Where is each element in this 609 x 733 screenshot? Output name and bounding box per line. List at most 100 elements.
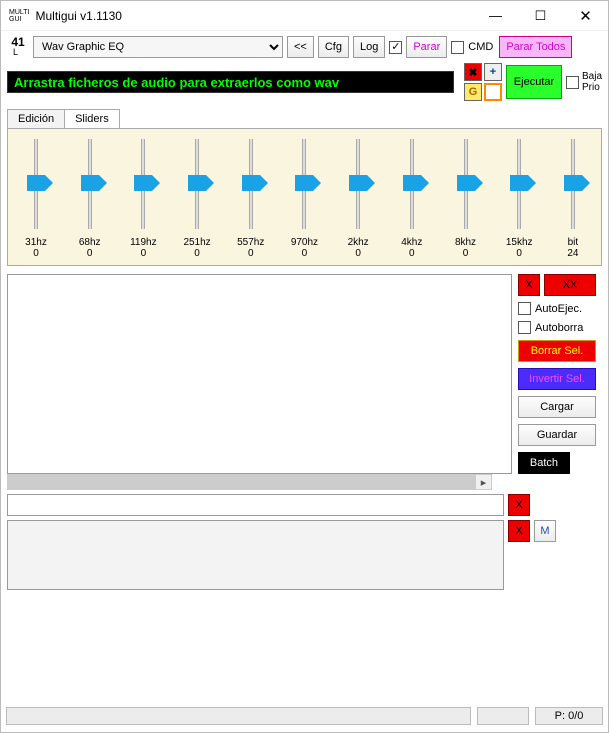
- logo-text-1: MULTI: [9, 9, 29, 16]
- slider-251hz[interactable]: 251hz0: [175, 139, 219, 259]
- minimize-button[interactable]: —: [473, 1, 518, 30]
- slider-thumb[interactable]: [242, 175, 260, 191]
- progress-bar-2: [477, 707, 529, 725]
- slider-119hz[interactable]: 119hz0: [121, 139, 165, 259]
- slider-bit[interactable]: bit24: [551, 139, 595, 259]
- slider-label: 15khz: [497, 237, 541, 248]
- tab-bar: Edición Sliders: [1, 109, 608, 128]
- slider-thumb[interactable]: [81, 175, 99, 191]
- slider-31hz[interactable]: 31hz0: [14, 139, 58, 259]
- invertir-sel-button[interactable]: Invertir Sel.: [518, 368, 596, 390]
- slider-970hz[interactable]: 970hz0: [282, 139, 326, 259]
- slider-label: 68hz: [68, 237, 112, 248]
- close-button[interactable]: ✕: [563, 1, 608, 30]
- m-button[interactable]: M: [534, 520, 556, 542]
- slider-track[interactable]: [282, 139, 326, 229]
- slider-value: 0: [282, 248, 326, 259]
- slider-68hz[interactable]: 68hz0: [68, 139, 112, 259]
- cmd-checkbox[interactable]: [451, 41, 464, 54]
- slider-thumb[interactable]: [457, 175, 475, 191]
- sliders-panel: 31hz068hz0119hz0251hz0557hz0970hz02khz04…: [7, 128, 602, 266]
- slider-thumb[interactable]: [349, 175, 367, 191]
- hscroll-right-arrow[interactable]: ▸: [476, 475, 491, 489]
- slider-value: 0: [497, 248, 541, 259]
- slider-value: 24: [551, 248, 595, 259]
- back-button[interactable]: <<: [287, 36, 314, 58]
- hscroll-thumb[interactable]: [8, 475, 476, 489]
- slider-track[interactable]: [336, 139, 380, 229]
- command-input[interactable]: [7, 494, 504, 516]
- slider-thumb[interactable]: [134, 175, 152, 191]
- slider-thumb[interactable]: [403, 175, 421, 191]
- slider-thumb[interactable]: [27, 175, 45, 191]
- slider-track[interactable]: [390, 139, 434, 229]
- baja-prio-checkbox[interactable]: [566, 76, 579, 89]
- app-logo: MULTI GUI: [9, 9, 29, 23]
- slider-8khz[interactable]: 8khz0: [444, 139, 488, 259]
- slider-557hz[interactable]: 557hz0: [229, 139, 273, 259]
- autoborra-row[interactable]: Autoborra: [518, 321, 602, 334]
- clear-command-button[interactable]: X: [508, 494, 530, 516]
- tab-edicion[interactable]: Edición: [7, 109, 65, 128]
- clear-log-button[interactable]: X: [508, 520, 530, 542]
- slider-thumb[interactable]: [564, 175, 582, 191]
- slider-2khz[interactable]: 2khz0: [336, 139, 380, 259]
- autoejec-row[interactable]: AutoEjec.: [518, 302, 602, 315]
- tab-sliders[interactable]: Sliders: [64, 109, 120, 128]
- autoborra-checkbox[interactable]: [518, 321, 531, 334]
- xx-button[interactable]: XX: [544, 274, 596, 296]
- slider-value: 0: [175, 248, 219, 259]
- slider-value: 0: [121, 248, 165, 259]
- slider-track[interactable]: [14, 139, 58, 229]
- batch-button[interactable]: Batch: [518, 452, 570, 474]
- slider-track[interactable]: [175, 139, 219, 229]
- autoejec-checkbox[interactable]: [518, 302, 531, 315]
- hscroll[interactable]: ▸: [7, 474, 492, 490]
- status-bar: P: 0/0: [0, 701, 609, 731]
- slider-track[interactable]: [551, 139, 595, 229]
- guardar-button[interactable]: Guardar: [518, 424, 596, 446]
- slider-track[interactable]: [497, 139, 541, 229]
- progress-text: P: 0/0: [535, 707, 603, 725]
- cfg-button[interactable]: Cfg: [318, 36, 349, 58]
- slider-track[interactable]: [229, 139, 273, 229]
- file-list[interactable]: [7, 274, 512, 474]
- slider-label: 4khz: [390, 237, 434, 248]
- slider-label: 8khz: [444, 237, 488, 248]
- slider-thumb[interactable]: [188, 175, 206, 191]
- bottom-area: X X M: [7, 494, 602, 590]
- slider-track[interactable]: [121, 139, 165, 229]
- close-icon[interactable]: ✖: [464, 63, 482, 81]
- side-buttons: X XX AutoEjec. Autoborra Borrar Sel. Inv…: [518, 274, 602, 474]
- slider-track[interactable]: [68, 139, 112, 229]
- g-icon[interactable]: G: [464, 83, 482, 101]
- slider-label: 970hz: [282, 237, 326, 248]
- slider-value: 0: [14, 248, 58, 259]
- plus-icon[interactable]: +: [484, 63, 502, 81]
- cargar-button[interactable]: Cargar: [518, 396, 596, 418]
- autoejec-label: AutoEjec.: [535, 303, 582, 315]
- slider-track[interactable]: [444, 139, 488, 229]
- slider-thumb[interactable]: [295, 175, 313, 191]
- preset-combo[interactable]: Wav Graphic EQ: [33, 36, 283, 58]
- log-box[interactable]: [7, 520, 504, 590]
- parar-todos-button[interactable]: Parar Todos: [499, 36, 572, 58]
- slider-4khz[interactable]: 4khz0: [390, 139, 434, 259]
- autoborra-label: Autoborra: [535, 322, 583, 334]
- log-checkbox[interactable]: [389, 41, 402, 54]
- box-icon[interactable]: [484, 83, 502, 101]
- slider-label: 119hz: [121, 237, 165, 248]
- slider-15khz[interactable]: 15khz0: [497, 139, 541, 259]
- baja-prio-label: BajaPrio: [582, 71, 602, 93]
- borrar-sel-button[interactable]: Borrar Sel.: [518, 340, 596, 362]
- log-button[interactable]: Log: [353, 36, 385, 58]
- mid-area: X XX AutoEjec. Autoborra Borrar Sel. Inv…: [7, 274, 602, 474]
- toolbar: 41 L Wav Graphic EQ << Cfg Log Parar CMD…: [1, 31, 608, 63]
- ejecutar-button[interactable]: Ejecutar: [506, 65, 562, 99]
- progress-bar-1: [6, 707, 471, 725]
- parar-button[interactable]: Parar: [406, 36, 447, 58]
- title-bar: MULTI GUI Multigui v1.1130 — ☐ ✕: [1, 1, 608, 31]
- maximize-button[interactable]: ☐: [518, 1, 563, 30]
- slider-thumb[interactable]: [510, 175, 528, 191]
- x-button[interactable]: X: [518, 274, 540, 296]
